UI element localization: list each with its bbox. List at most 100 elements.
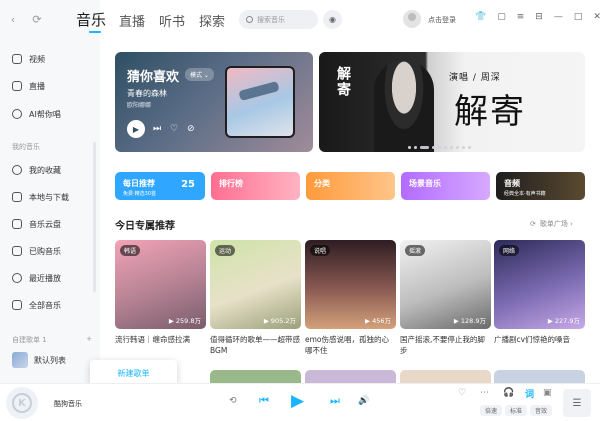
section-title: 今日专属推荐 [115, 221, 175, 232]
app-window: ‹ ⟳ 视频 直播 AI帮你唱 我的音乐 我的收藏 本地与下载 音乐云盘 已购音… [0, 0, 600, 421]
playlist-square-link[interactable]: ⟳ 歌单广场 › [530, 219, 573, 229]
sidebar-item-video[interactable]: 视频 [12, 52, 45, 66]
now-playing-title[interactable]: 酷狗音乐 [54, 399, 82, 409]
daily-recommend-card[interactable]: 每日推荐 免费·精选30首 25 [115, 172, 205, 200]
playlist-card-partial[interactable] [494, 370, 585, 383]
sidebar-item-purchased[interactable]: 已购音乐 [12, 244, 61, 258]
minimize-icon[interactable]: — [554, 12, 563, 22]
playlist-default[interactable]: 默认列表 [12, 352, 66, 368]
sidebar-item-favorites[interactable]: 我的收藏 [12, 163, 61, 177]
new-playlist-label[interactable]: 新建歌单 [118, 368, 150, 379]
like-icon[interactable]: ♡ [170, 124, 178, 134]
tab-explore[interactable]: 探索 [199, 11, 225, 30]
like-icon[interactable]: ♡ [458, 388, 466, 398]
heart-icon [12, 165, 22, 175]
sidebar-item-all-music[interactable]: 全部音乐 [12, 298, 61, 312]
loop-icon[interactable]: ⟲ [229, 396, 237, 406]
sidebar-item-live[interactable]: 直播 [12, 79, 45, 93]
next-icon[interactable]: ⏭ [153, 124, 161, 134]
tab-audiobook[interactable]: 听书 [159, 11, 185, 30]
category-label: 排行榜 [219, 179, 243, 188]
sidebar-item-recent[interactable]: 最近播放 [12, 271, 61, 285]
refresh-icon[interactable]: ⟳ [530, 220, 536, 228]
lyrics-toggle[interactable]: 词 [525, 387, 534, 400]
playlist-card[interactable]: 韩语 ▶ 259.8万 流行韩语｜缠命感拉满 [115, 240, 206, 356]
effects-chip[interactable]: 音效 [530, 405, 553, 416]
playlist-name[interactable]: 流行韩语｜缠命感拉满 [115, 334, 206, 356]
login-link[interactable]: 点击登录 [428, 15, 456, 25]
volume-icon[interactable]: 🔊 [358, 396, 369, 406]
avatar[interactable] [403, 10, 421, 28]
tab-music[interactable]: 音乐 [76, 9, 106, 30]
album-cover[interactable] [225, 66, 295, 138]
search-placeholder: 搜索音乐 [257, 15, 285, 24]
section-my-music: 我的音乐 [12, 143, 40, 151]
close-icon[interactable]: ✕ [593, 12, 600, 22]
video-icon [12, 54, 22, 64]
refresh-icon[interactable]: ⟳ [30, 12, 44, 26]
playlist-name[interactable]: 广播剧cv们惊艳的嗓音 [494, 334, 585, 356]
maximize-icon[interactable]: □ [574, 12, 583, 22]
dislike-icon[interactable]: ⊘ [187, 124, 195, 134]
playlist-card-partial[interactable] [305, 370, 396, 383]
carousel-dots[interactable] [408, 146, 471, 149]
skin-icon[interactable]: 👕 [475, 12, 486, 22]
quality-chip[interactable]: 标准 [505, 405, 528, 416]
banner-artist: 欧阳娜娜 [127, 102, 152, 109]
now-playing-cover[interactable]: K [6, 387, 38, 419]
tab-active-indicator [89, 31, 101, 33]
sidebar-item-label: 本地与下载 [29, 192, 69, 202]
playlist-card[interactable]: 运动 ▶ 905.2万 值得循环的歌单——超带感BGM [210, 240, 301, 356]
audio-card[interactable]: 音频 经典全本·有声书籍 [496, 172, 585, 200]
message-icon[interactable]: ▢ [497, 12, 506, 22]
comment-icon[interactable]: ▣ [543, 388, 552, 398]
genre-tag: 网络 [499, 245, 520, 256]
speed-chip[interactable]: 倍速 [480, 405, 503, 416]
sidebar-scrollbar[interactable] [93, 142, 96, 292]
scene-music-card[interactable]: 场景音乐 [401, 172, 490, 200]
headphone-icon[interactable]: 🎧 [503, 388, 514, 398]
previous-icon[interactable]: ⏮ [259, 394, 269, 408]
playlist-card[interactable]: 摇滚 ▶ 128.9万 国产摇滚,不要停止我的脚步 [400, 240, 491, 356]
next-icon[interactable]: ⏭ [330, 394, 340, 408]
playlist-name[interactable]: emo伤感说唱，孤独的心哪不住 [305, 334, 396, 356]
sidebar-item-label: 音乐云盘 [29, 219, 61, 229]
category-label: 每日推荐 [123, 179, 155, 188]
playlist-name[interactable]: 值得循环的歌单——超带感BGM [210, 334, 301, 356]
playlist-card-partial[interactable] [400, 370, 491, 383]
sidebar-item-ai-sing[interactable]: AI帮你唱 [12, 107, 61, 121]
add-playlist-button[interactable]: + [86, 335, 92, 345]
mic-icon[interactable]: ◉ [323, 10, 342, 29]
playlist-card-partial[interactable] [210, 370, 301, 383]
created-playlists-label[interactable]: 自建歌单 1 [12, 335, 47, 345]
playlist-card[interactable]: 说唱 ▶ 456万 emo伤感说唱，孤独的心哪不住 [305, 240, 396, 356]
play-button[interactable]: ▶ [127, 120, 145, 138]
mini-mode-icon[interactable]: ⊟ [535, 12, 543, 22]
sidebar-item-local[interactable]: 本地与下载 [12, 190, 69, 204]
menu-icon[interactable]: ≡ [517, 12, 525, 22]
player-bar: K 酷狗音乐 ⟲ ⏮ ▶ ⏭ 🔊 ♡ ⋯ 🎧 词 ▣ 倍速 标准 音效 ☰ [0, 383, 600, 421]
category-sub: 免费·精选30首 [123, 191, 156, 197]
playlist-name[interactable]: 国产摇滚,不要停止我的脚步 [400, 334, 491, 356]
playlist-cover: 摇滚 ▶ 128.9万 [400, 240, 491, 329]
mode-dropdown[interactable]: 模式 ⌄ [185, 68, 214, 81]
guess-you-like-banner[interactable]: 猜你喜欢 模式 ⌄ 青春的森林 欧阳娜娜 ▶ ⏭ ♡ ⊘ [115, 52, 313, 152]
live-icon [12, 81, 22, 91]
ranking-card[interactable]: 排行榜 [211, 172, 300, 200]
playlist-queue-button[interactable]: ☰ [563, 389, 591, 417]
sidebar-item-cloud[interactable]: 音乐云盘 [12, 217, 61, 231]
more-icon[interactable]: ⋯ [480, 388, 489, 398]
category-card[interactable]: 分类 [306, 172, 395, 200]
tab-live[interactable]: 直播 [119, 11, 145, 30]
sidebar-item-label: 直播 [29, 81, 45, 91]
banner-song: 青春的森林 [127, 89, 167, 98]
promo-banner[interactable]: 解寄 演唱 / 周深 解寄 [319, 52, 585, 152]
play-icon[interactable]: ▶ [291, 391, 304, 411]
artist-photo [374, 60, 434, 152]
playlist-card[interactable]: 网络 ▶ 227.9万 广播剧cv们惊艳的嗓音 [494, 240, 585, 356]
genre-tag: 运动 [215, 245, 236, 256]
genre-tag: 说唱 [310, 245, 331, 256]
banner-subtitle: 演唱 / 周深 [449, 73, 501, 83]
back-icon[interactable]: ‹ [6, 12, 20, 26]
search-input[interactable]: 搜索音乐 [239, 10, 318, 29]
